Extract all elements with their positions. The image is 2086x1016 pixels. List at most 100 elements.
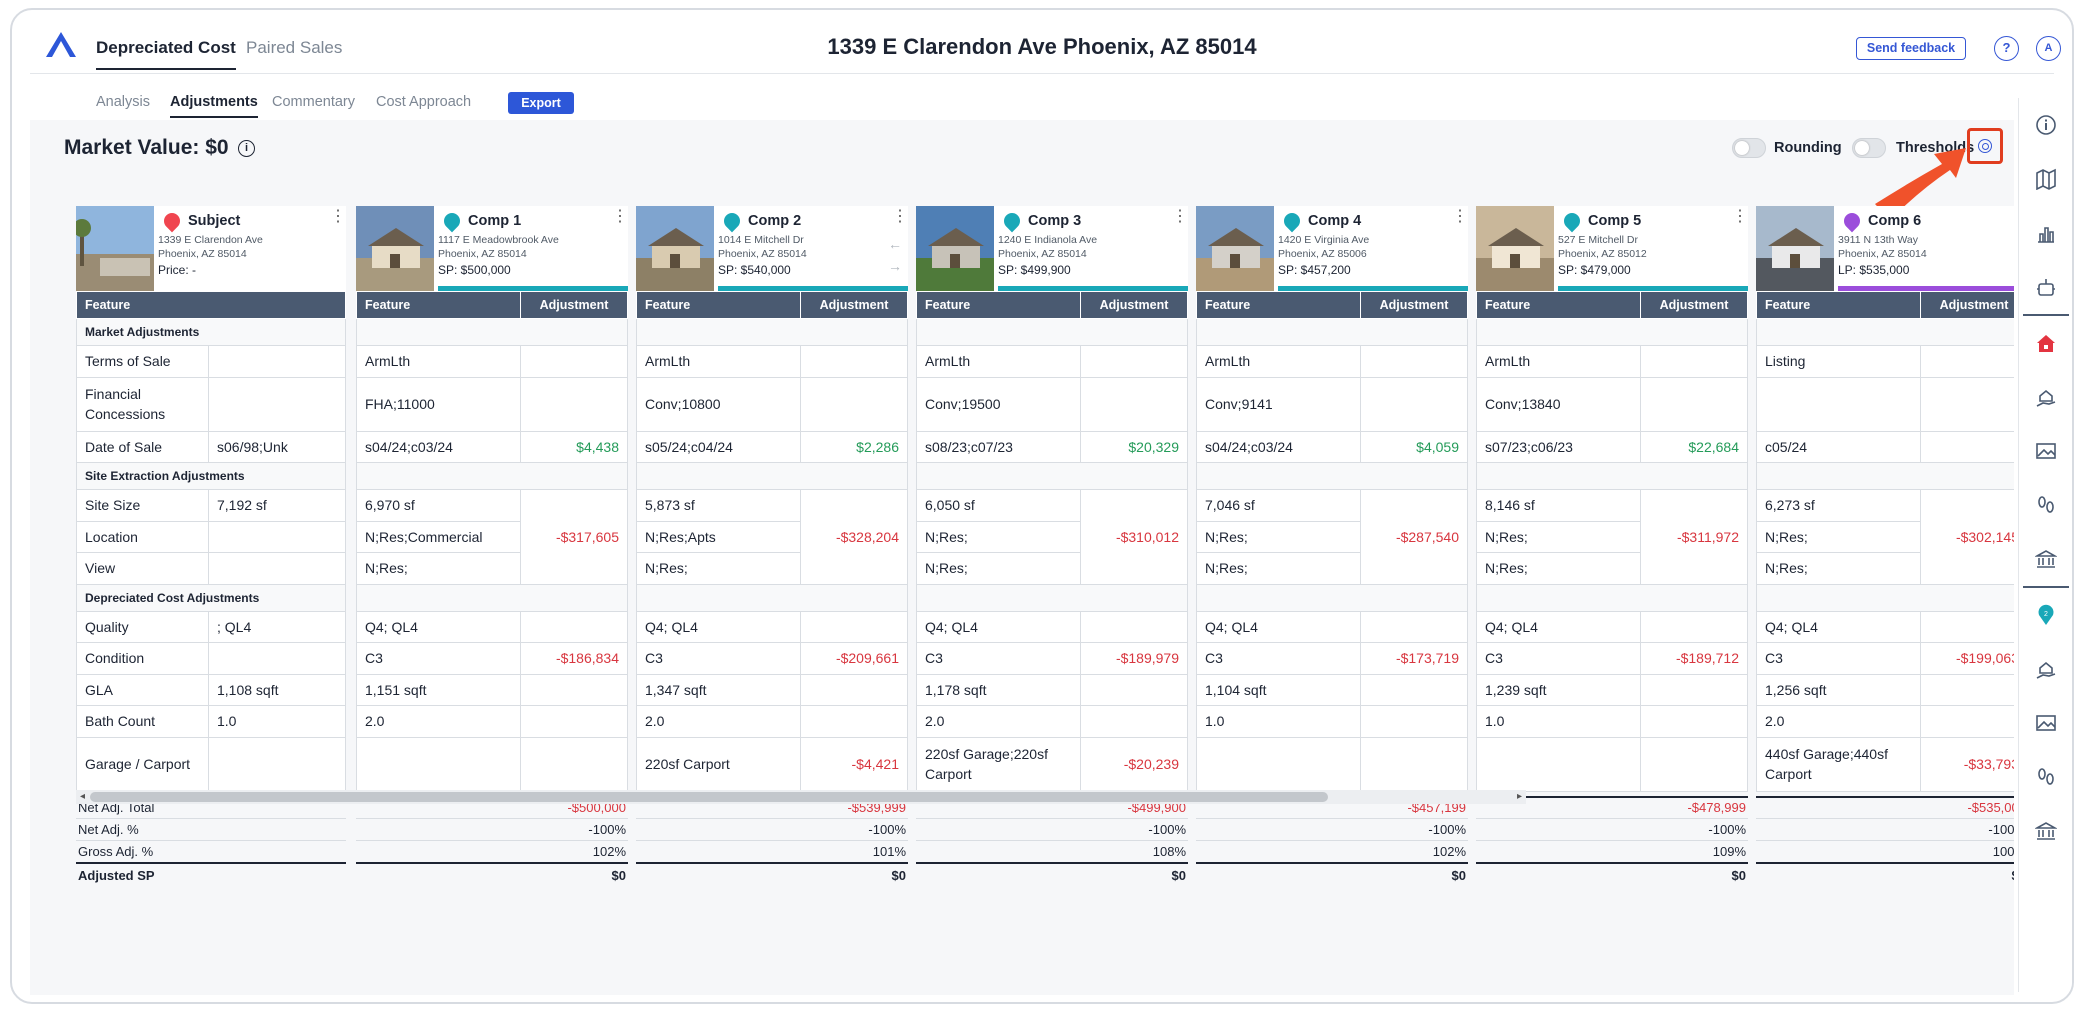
bank-icon[interactable] bbox=[2035, 820, 2057, 842]
comp-photo[interactable] bbox=[1756, 206, 1834, 291]
rounding-toggle[interactable] bbox=[1732, 138, 1766, 158]
site-adjustment: -$328,204 bbox=[800, 489, 908, 585]
gross-adj-pct: 108% bbox=[916, 840, 1188, 863]
comp-card[interactable]: Comp 1 1117 E Meadowbrook Ave Phoenix, A… bbox=[356, 206, 628, 291]
comp-adjustment bbox=[1640, 673, 1748, 706]
footprints-icon[interactable] bbox=[2035, 766, 2057, 788]
more-options-icon[interactable]: ⋮ bbox=[1452, 209, 1468, 225]
tab-commentary[interactable]: Commentary bbox=[272, 94, 355, 110]
robot-icon[interactable] bbox=[2035, 276, 2057, 298]
condition-adjustment: -$189,979 bbox=[1080, 642, 1188, 675]
move-left-icon[interactable]: ← bbox=[888, 236, 902, 252]
scroll-left-icon[interactable]: ◂ bbox=[80, 791, 85, 802]
comp-card[interactable]: Comp 5 527 E Mitchell Dr Phoenix, AZ 850… bbox=[1476, 206, 1748, 291]
row-label: Date of Sale bbox=[76, 430, 209, 463]
map-pin-icon[interactable]: 2 bbox=[2035, 604, 2057, 626]
comp-photo[interactable] bbox=[916, 206, 994, 291]
comp-city: Phoenix, AZ 85014 bbox=[438, 248, 527, 260]
row-label: Quality bbox=[76, 610, 209, 643]
avatar[interactable]: A bbox=[2036, 36, 2061, 61]
image-icon[interactable] bbox=[2035, 712, 2057, 734]
comp-card[interactable]: Comp 2 1014 E Mitchell Dr Phoenix, AZ 85… bbox=[636, 206, 908, 291]
send-feedback-button[interactable]: Send feedback bbox=[1856, 37, 1966, 60]
hand-house-icon[interactable] bbox=[2035, 386, 2057, 408]
comp-value: 2.0 bbox=[636, 705, 801, 738]
more-options-icon[interactable]: ⋮ bbox=[892, 209, 908, 225]
comp-photo[interactable] bbox=[356, 206, 434, 291]
adjusted-sp: $0 bbox=[1756, 861, 2014, 887]
subject-city: Phoenix, AZ 85014 bbox=[158, 248, 247, 260]
subject-column: Subject 1339 E Clarendon Ave Phoenix, AZ… bbox=[76, 206, 346, 887]
bank-icon[interactable] bbox=[2035, 548, 2057, 570]
hand-house-icon[interactable] bbox=[2035, 658, 2057, 680]
map-icon[interactable] bbox=[2035, 168, 2057, 190]
more-options-icon[interactable]: ⋮ bbox=[1732, 209, 1748, 225]
comp-table: Feature Adjustment Listing c05/24 6,273 s… bbox=[1756, 291, 2014, 792]
footer-label: Adjusted SP bbox=[76, 861, 208, 887]
map-pin-icon bbox=[1000, 209, 1024, 233]
map-pin-icon bbox=[720, 209, 744, 233]
export-button[interactable]: Export bbox=[508, 92, 574, 114]
section-spacer bbox=[356, 462, 628, 490]
home-icon[interactable] bbox=[2035, 332, 2057, 354]
adjustment-header: Adjustment bbox=[1080, 291, 1188, 319]
subject-value bbox=[208, 736, 346, 792]
comp-name: Comp 3 bbox=[1028, 212, 1082, 229]
subject-value bbox=[208, 552, 346, 585]
comp-value: 1,151 sqft bbox=[356, 673, 521, 706]
comp-card[interactable]: Comp 4 1420 E Virginia Ave Phoenix, AZ 8… bbox=[1196, 206, 1468, 291]
scroll-right-icon[interactable]: ▸ bbox=[1517, 791, 1522, 802]
comp-adjustment bbox=[1360, 376, 1468, 432]
comp-value: Q4; QL4 bbox=[1196, 610, 1361, 643]
comp-value: Q4; QL4 bbox=[1756, 610, 1921, 643]
comp-city: Phoenix, AZ 85012 bbox=[1558, 248, 1647, 260]
horizontal-scrollbar[interactable]: ◂ ▸ bbox=[76, 790, 1526, 804]
comp-color-bar bbox=[1278, 286, 1468, 291]
move-right-icon[interactable]: → bbox=[888, 258, 902, 274]
comp-photo[interactable] bbox=[1196, 206, 1274, 291]
comp-color-bar bbox=[438, 286, 628, 291]
garage-adjustment bbox=[1640, 736, 1748, 792]
map-pin-icon bbox=[1280, 209, 1304, 233]
comp-card[interactable]: Comp 3 1240 E Indianola Ave Phoenix, AZ … bbox=[916, 206, 1188, 291]
tab-cost-approach[interactable]: Cost Approach bbox=[376, 94, 471, 110]
condition-adjustment: -$209,661 bbox=[800, 642, 908, 675]
adjustment-header: Adjustment bbox=[800, 291, 908, 319]
feature-header: Feature bbox=[1196, 291, 1361, 319]
date-adjustment: $20,329 bbox=[1080, 430, 1188, 463]
tab-analysis[interactable]: Analysis bbox=[96, 94, 150, 110]
comp-adjustment bbox=[1080, 705, 1188, 738]
comp-adjustment bbox=[1920, 610, 2014, 643]
more-options-icon[interactable]: ⋮ bbox=[2012, 209, 2014, 225]
subject-table: Feature Market Adjustments Terms of Sale… bbox=[76, 291, 346, 792]
more-options-icon[interactable]: ⋮ bbox=[1172, 209, 1188, 225]
comp-value bbox=[356, 736, 521, 792]
comp-adjustment bbox=[1640, 345, 1748, 378]
help-icon[interactable]: ? bbox=[1994, 36, 2019, 61]
gross-adj-pct: 102% bbox=[356, 840, 628, 863]
more-options-icon[interactable]: ⋮ bbox=[330, 209, 346, 225]
tab-adjustments[interactable]: Adjustments bbox=[170, 94, 258, 118]
comp-photo[interactable] bbox=[636, 206, 714, 291]
info-icon[interactable] bbox=[2035, 114, 2057, 136]
chart-icon[interactable] bbox=[2035, 222, 2057, 244]
row-label: View bbox=[76, 552, 209, 585]
image-icon[interactable] bbox=[2035, 440, 2057, 462]
comp-color-bar bbox=[1558, 286, 1748, 291]
comp-value: Conv;10800 bbox=[636, 376, 801, 432]
comp-value: s07/23;c06/23 bbox=[1476, 430, 1641, 463]
footprints-icon[interactable] bbox=[2035, 494, 2057, 516]
comp-column: Comp 1 1117 E Meadowbrook Ave Phoenix, A… bbox=[356, 206, 628, 887]
comp-card[interactable]: Comp 6 3911 N 13th Way Phoenix, AZ 85014… bbox=[1756, 206, 2014, 291]
info-icon[interactable]: i bbox=[238, 140, 255, 157]
comp-value: Q4; QL4 bbox=[356, 610, 521, 643]
comp-photo[interactable] bbox=[1476, 206, 1554, 291]
gear-icon[interactable] bbox=[1978, 139, 1992, 153]
comp-adjustment bbox=[520, 673, 628, 706]
scrollbar-thumb[interactable] bbox=[90, 792, 1328, 802]
more-options-icon[interactable]: ⋮ bbox=[612, 209, 628, 225]
subject-value: 1.0 bbox=[208, 705, 346, 738]
adjustment-header: Adjustment bbox=[520, 291, 628, 319]
comp-value: Conv;19500 bbox=[916, 376, 1081, 432]
comp-table: Feature Adjustment ArmLth Conv;10800 s05/… bbox=[636, 291, 908, 792]
